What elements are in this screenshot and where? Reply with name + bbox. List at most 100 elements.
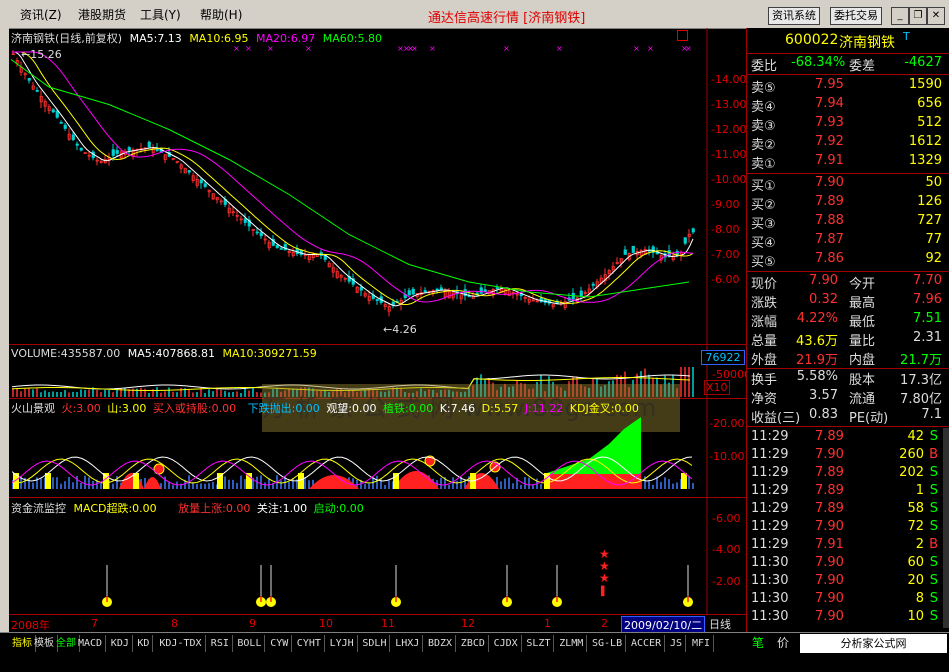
indicator-tab[interactable]: JS bbox=[670, 635, 687, 652]
high-price-mark: ←15.26 bbox=[21, 48, 62, 61]
indicator-tab[interactable]: CYW bbox=[270, 635, 293, 652]
indicator-tab[interactable]: 指标 bbox=[12, 635, 36, 652]
fundamental-value: 5.58% bbox=[796, 369, 838, 384]
price-axis-tick-value: 14.00 bbox=[714, 73, 747, 86]
tick-side: S bbox=[929, 519, 938, 534]
tick-price: 7.90 bbox=[815, 609, 844, 624]
fundamental-label: 流通 bbox=[849, 392, 876, 407]
indicator-tab[interactable]: ACCER bbox=[631, 635, 666, 652]
tick-scrollbar[interactable] bbox=[943, 428, 949, 628]
indicator-tab[interactable]: BDZX bbox=[428, 635, 457, 652]
fundamental-label: 收益(三) bbox=[751, 411, 801, 426]
indicator-tab[interactable]: BOLL bbox=[237, 635, 266, 652]
indicator-tab[interactable]: KD bbox=[137, 635, 154, 652]
indicator-tab[interactable]: MFI bbox=[692, 635, 715, 652]
indicator-tab[interactable]: CYHT bbox=[297, 635, 325, 652]
price-axis-tick-value: 6.00 bbox=[714, 273, 740, 286]
buy-level-row[interactable]: 买③ 7.88 727 bbox=[751, 213, 946, 232]
svg-text:×: × bbox=[233, 44, 240, 53]
indicator-tab[interactable]: ZBCD bbox=[461, 635, 489, 652]
indicator-tab[interactable]: 模板 bbox=[34, 635, 58, 652]
sell-level-row[interactable]: 卖⑤ 7.95 1590 bbox=[751, 77, 946, 96]
buy-level-row[interactable]: 买② 7.89 126 bbox=[751, 194, 946, 213]
svg-text:×: × bbox=[633, 44, 640, 53]
sell-level-row[interactable]: 卖① 7.91 1329 bbox=[751, 153, 946, 172]
buy-level-row[interactable]: 买⑤ 7.86 92 bbox=[751, 251, 946, 270]
price-tab[interactable]: 价 bbox=[777, 634, 789, 651]
quote-stat-value: 7.96 bbox=[913, 292, 942, 307]
price-axis-tick: -14.00 bbox=[711, 73, 747, 86]
minimize-icon[interactable]: _ bbox=[891, 7, 909, 25]
tick-time: 11:29 bbox=[751, 519, 789, 534]
date-axis: 2008年 7 8 9 10 11 12 1 2 2009/02/10/二 日线 bbox=[9, 614, 746, 634]
tick-time: 11:30 bbox=[751, 555, 789, 570]
price-axis-tick-value: 8.00 bbox=[714, 223, 740, 236]
tick-side: S bbox=[929, 591, 938, 606]
sell-level-row[interactable]: 卖④ 7.94 656 bbox=[751, 96, 946, 115]
indicator-tab[interactable]: LYJH bbox=[330, 635, 358, 652]
trade-button[interactable]: 委托交易 bbox=[830, 7, 882, 25]
svg-text:×: × bbox=[556, 44, 563, 53]
price-chart: × × × × × ××× × × × × × ×× bbox=[10, 28, 708, 344]
buy-level-row[interactable]: 买① 7.90 50 bbox=[751, 175, 946, 194]
quote-stat-label: 最低 bbox=[849, 315, 876, 330]
indicator-tab[interactable]: KDJ bbox=[111, 635, 133, 652]
indicator-tab[interactable]: KDJ-TDX bbox=[159, 635, 206, 652]
fundamental-value: 17.3亿 bbox=[900, 373, 942, 388]
news-system-button[interactable]: 资讯系统 bbox=[768, 7, 820, 25]
indicator-tab[interactable]: ZLMM bbox=[559, 635, 588, 652]
buy-level-volume: 92 bbox=[925, 251, 942, 266]
indicator-tab[interactable]: LHXJ bbox=[395, 635, 424, 652]
tick-side: S bbox=[929, 555, 938, 570]
ind1-axis-20: -20.00 bbox=[709, 417, 745, 430]
buy-level-row[interactable]: 买④ 7.87 77 bbox=[751, 232, 946, 251]
date-year: 2008年 bbox=[11, 619, 50, 632]
tick-time: 11:30 bbox=[751, 573, 789, 588]
indicator-tab[interactable]: CJDX bbox=[494, 635, 522, 652]
low-price-mark: ←4.26 bbox=[383, 323, 417, 336]
indicator-tab[interactable]: SG-LB bbox=[592, 635, 627, 652]
tick-side: S bbox=[929, 465, 938, 480]
sell-level-price: 7.94 bbox=[815, 96, 844, 111]
price-axis-tick: -9.00 bbox=[711, 198, 740, 211]
quote-stat-label: 今开 bbox=[849, 277, 876, 292]
indicator-tab[interactable]: 全部 bbox=[56, 635, 80, 652]
menu-news[interactable]: 资讯(Z) bbox=[20, 6, 62, 23]
close-icon[interactable]: ✕ bbox=[927, 7, 945, 25]
quote-stat-label: 外盘 bbox=[751, 353, 778, 368]
tick-time: 11:29 bbox=[751, 483, 789, 498]
ind2-axis-6-value: 6.00 bbox=[715, 512, 741, 525]
quote-stat-row: 涨跌 0.32 最高 7.96 bbox=[751, 292, 946, 311]
svg-text:×: × bbox=[305, 44, 312, 53]
price-axis-tick: -7.00 bbox=[711, 248, 740, 261]
indicator-volcano-panel: 火山景观 火:3.00 山:3.00 买入或持股:0.00 下跌抛出:0.00 … bbox=[9, 399, 746, 498]
tick-time: 11:30 bbox=[751, 591, 789, 606]
tick-tab[interactable]: 笔 bbox=[752, 634, 764, 651]
indicator-tab[interactable]: SLZT bbox=[526, 635, 555, 652]
fundflow-chart: ★★★▌ bbox=[102, 498, 708, 614]
sell-level-row[interactable]: 卖③ 7.93 512 bbox=[751, 115, 946, 134]
month-10: 10 bbox=[319, 617, 333, 630]
tick-row: 11:30 7.90 10 S bbox=[751, 609, 946, 627]
period-label[interactable]: 日线 bbox=[709, 616, 731, 632]
ind2-axis-4: -4.00 bbox=[712, 543, 741, 556]
tick-volume: 1 bbox=[915, 483, 924, 498]
tick-volume: 20 bbox=[907, 573, 924, 588]
tick-price: 7.89 bbox=[815, 483, 844, 498]
indicator-tab[interactable]: RSI bbox=[211, 635, 233, 652]
indicator-tab[interactable]: SDLH bbox=[362, 635, 391, 652]
tick-row: 11:30 7.90 60 S bbox=[751, 555, 946, 573]
price-panel: 济南钢铁(日线,前复权) MA5:7.13 MA10:6.95 MA20:6.9… bbox=[9, 28, 746, 345]
menu-help[interactable]: 帮助(H) bbox=[200, 6, 242, 23]
fundamental-label: 换手 bbox=[751, 373, 778, 388]
quote-stat-value: 21.9万 bbox=[796, 353, 838, 368]
sell-level-price: 7.93 bbox=[815, 115, 844, 130]
fundamental-value: 3.57 bbox=[809, 388, 838, 403]
menu-tools[interactable]: 工具(Y) bbox=[140, 6, 181, 23]
sell-level-row[interactable]: 卖② 7.92 1612 bbox=[751, 134, 946, 153]
sell-level-volume: 1612 bbox=[908, 134, 942, 149]
restore-icon[interactable]: ❐ bbox=[909, 7, 927, 25]
menu-hk-futures[interactable]: 港股期货 bbox=[78, 6, 126, 23]
indicator-tab[interactable]: MACD bbox=[78, 635, 107, 652]
tick-time: 11:29 bbox=[751, 429, 789, 444]
